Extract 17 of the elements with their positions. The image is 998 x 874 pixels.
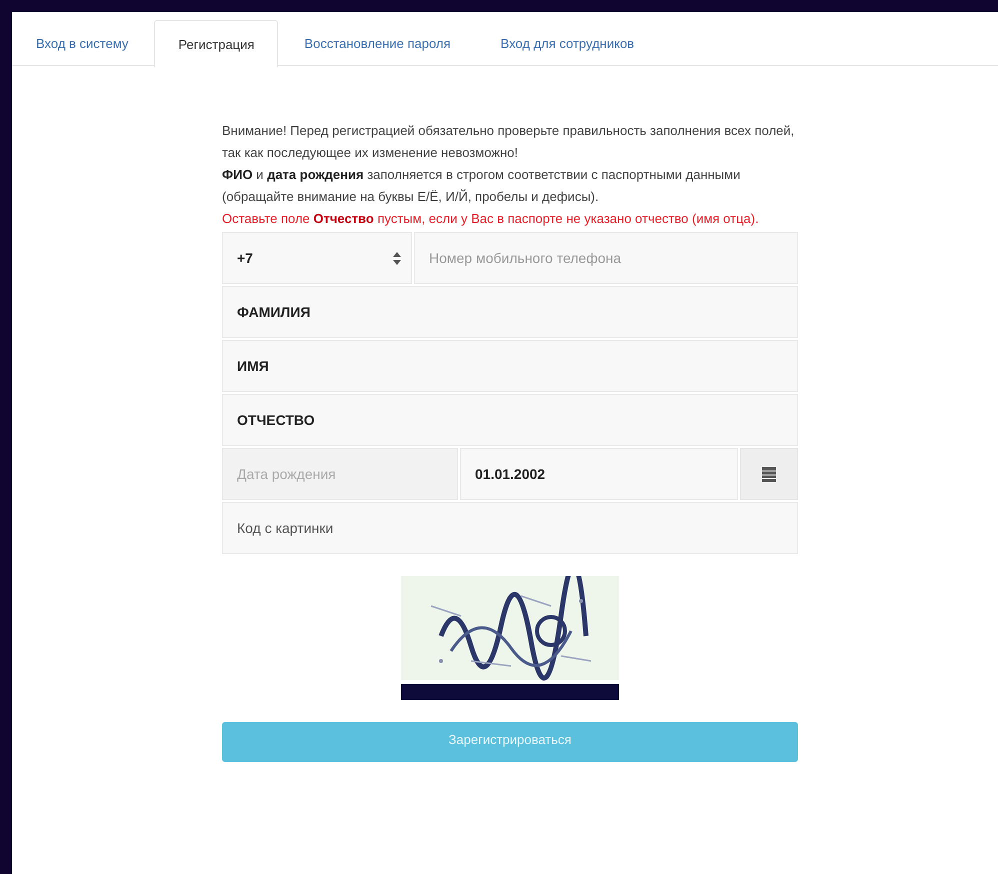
date-label: Дата рождения [222,448,458,500]
notice-text: Внимание! Перед регистрацией обязательно проверьте правильность заполнения всех полей, так как последующее их изменение невозможно! [222,122,796,162]
input-field[interactable]: ФАМИЛИЯ [222,286,798,338]
date-field[interactable]: 01.01.2002 [460,448,738,500]
warning-text: Оставьте поле Отчество пустым, если у Вас в паспорте не указано отчество (имя отца). [222,210,760,228]
tab[interactable]: Регистрация [154,20,278,67]
tab[interactable]: Вход в систему [12,20,152,66]
calendar-icon[interactable] [762,466,776,482]
phone-field[interactable]: Номер мобильного телефона [414,232,798,284]
input-field[interactable]: Код с картинки [222,502,798,554]
input-field[interactable]: ОТЧЕСТВО [222,394,798,446]
country-code-select[interactable]: +7 [222,232,412,284]
notice-text: ФИО и дата рождения заполняется в строгом соответствии с паспортными данными (обращайте внимание на буквы Е/Ё, И/Й, пробелы и дефисы). [222,166,742,206]
spinner-icon [393,252,401,264]
tab[interactable]: Вход для сотрудников [476,20,658,66]
tab[interactable]: Восстановление пароля [280,20,475,66]
input-field[interactable]: ИМЯ [222,340,798,392]
